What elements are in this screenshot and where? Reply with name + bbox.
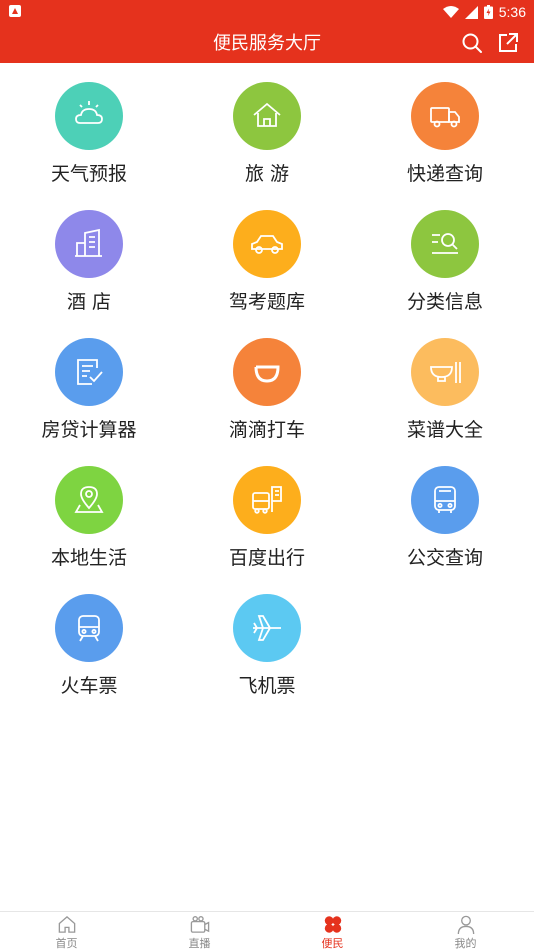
service-hotel[interactable]: 酒 店 [0,191,178,319]
bottom-tab-bar: 首页 直播 便民 我的 [0,911,534,951]
wifi-icon [442,5,459,18]
battery-icon [483,5,493,19]
tab-label: 首页 [55,937,78,950]
service-label: 飞机票 [238,675,296,697]
tab-home[interactable]: 首页 [0,912,133,951]
service-label: 本地生活 [50,547,127,569]
car-icon [233,210,301,278]
service-recipes[interactable]: 菜谱大全 [356,319,534,447]
service-driving-exam[interactable]: 驾考题库 [178,191,356,319]
status-icons: 5:36 [442,2,526,22]
app-header: 便民服务大厅 [0,24,534,63]
hotel-icon [55,210,123,278]
tab-label: 便民 [321,937,344,950]
clover-icon [324,916,341,933]
service-didi[interactable]: 滴滴打车 [178,319,356,447]
bus-icon [411,466,479,534]
tab-profile[interactable]: 我的 [399,912,532,951]
airplane-icon [233,594,301,662]
express-truck-icon [411,82,479,150]
service-baidu-travel[interactable]: 百度出行 [178,447,356,575]
service-flight-ticket[interactable]: 飞机票 [178,575,356,703]
service-label: 火车票 [60,675,118,697]
profile-icon [457,915,474,935]
service-travel[interactable]: 旅 游 [178,63,356,191]
service-label: 滴滴打车 [228,419,305,441]
train-icon [55,594,123,662]
home-icon [58,915,75,933]
service-local-life[interactable]: 本地生活 [0,447,178,575]
service-label: 快递查询 [406,163,483,185]
signal-icon [464,5,478,19]
search-icon[interactable] [460,31,484,55]
service-label: 分类信息 [406,291,483,313]
weather-icon [55,82,123,150]
service-label: 旅 游 [244,163,290,185]
travel-icon [233,82,301,150]
service-label: 菜谱大全 [406,419,483,441]
tab-convenience[interactable]: 便民 [266,912,399,951]
service-train-ticket[interactable]: 火车票 [0,575,178,703]
service-weather[interactable]: 天气预报 [0,63,178,191]
location-pin-icon [55,466,123,534]
tab-label: 我的 [454,937,477,950]
classified-search-icon [411,210,479,278]
share-icon[interactable] [496,31,520,55]
service-label: 驾考题库 [228,291,305,313]
tab-live[interactable]: 直播 [133,912,266,951]
service-express[interactable]: 快递查询 [356,63,534,191]
service-bus-query[interactable]: 公交查询 [356,447,534,575]
service-classified[interactable]: 分类信息 [356,191,534,319]
tab-label: 直播 [188,937,211,950]
service-label: 天气预报 [50,163,127,185]
notification-icon [9,5,21,17]
page-title: 便民服务大厅 [213,33,321,54]
status-time: 5:36 [498,4,526,20]
status-bar: 5:36 [0,0,534,24]
loan-calculator-icon [55,338,123,406]
live-tv-icon [190,916,209,933]
service-label: 酒 店 [66,291,112,313]
didi-icon [233,338,301,406]
service-label: 公交查询 [406,547,483,569]
service-loan-calculator[interactable]: 房贷计算器 [0,319,178,447]
bus-sign-icon [233,466,301,534]
recipe-bowl-icon [411,338,479,406]
service-label: 房贷计算器 [41,419,137,441]
service-label: 百度出行 [228,547,305,569]
